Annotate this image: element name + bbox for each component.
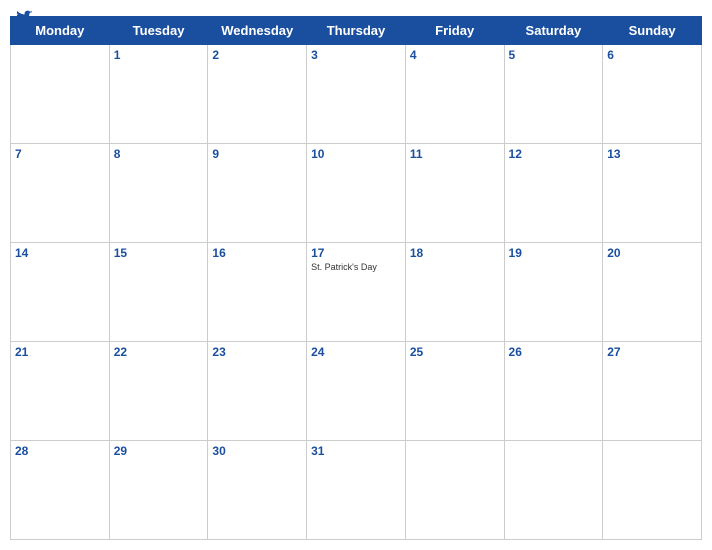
calendar-cell: 23 [208, 342, 307, 441]
calendar-cell: 16 [208, 243, 307, 342]
calendar-body: 1234567891011121314151617St. Patrick's D… [11, 45, 702, 540]
calendar-cell: 28 [11, 441, 110, 540]
day-number: 29 [114, 444, 204, 458]
logo [16, 8, 36, 26]
day-number: 12 [509, 147, 599, 161]
calendar-cell: 3 [307, 45, 406, 144]
day-number: 28 [15, 444, 105, 458]
logo-blue-text [16, 8, 36, 26]
day-number: 8 [114, 147, 204, 161]
day-number: 30 [212, 444, 302, 458]
holiday-label: St. Patrick's Day [311, 262, 401, 273]
day-number: 16 [212, 246, 302, 260]
day-number: 24 [311, 345, 401, 359]
day-number: 2 [212, 48, 302, 62]
day-number: 22 [114, 345, 204, 359]
calendar-cell: 5 [504, 45, 603, 144]
calendar-week-row: 123456 [11, 45, 702, 144]
day-number: 7 [15, 147, 105, 161]
calendar-cell [11, 45, 110, 144]
day-number: 21 [15, 345, 105, 359]
day-number: 27 [607, 345, 697, 359]
calendar-cell: 25 [405, 342, 504, 441]
day-number: 20 [607, 246, 697, 260]
day-number: 31 [311, 444, 401, 458]
calendar-cell: 17 St. Patrick's Day [307, 243, 406, 342]
day-header-thursday: Thursday [307, 17, 406, 45]
day-number: 9 [212, 147, 302, 161]
calendar-cell [603, 441, 702, 540]
logo-bird-icon [16, 8, 34, 26]
calendar-cell [405, 441, 504, 540]
calendar-cell: 18 [405, 243, 504, 342]
day-header-friday: Friday [405, 17, 504, 45]
day-number: 5 [509, 48, 599, 62]
day-number: 19 [509, 246, 599, 260]
day-number: 10 [311, 147, 401, 161]
day-number: 23 [212, 345, 302, 359]
calendar-cell: 7 [11, 144, 110, 243]
day-number: 17 [311, 246, 401, 260]
calendar-cell: 21 [11, 342, 110, 441]
calendar-header-row: MondayTuesdayWednesdayThursdayFridaySatu… [11, 17, 702, 45]
calendar-week-row: 28 29 30 31 [11, 441, 702, 540]
day-number: 13 [607, 147, 697, 161]
calendar-cell: 15 [109, 243, 208, 342]
day-number: 6 [607, 48, 697, 62]
calendar-cell: 6 [603, 45, 702, 144]
calendar-cell: 10 [307, 144, 406, 243]
day-number: 15 [114, 246, 204, 260]
calendar-cell [504, 441, 603, 540]
day-header-saturday: Saturday [504, 17, 603, 45]
day-header-tuesday: Tuesday [109, 17, 208, 45]
day-number: 11 [410, 147, 500, 161]
calendar-cell: 26 [504, 342, 603, 441]
calendar-cell: 1 [109, 45, 208, 144]
calendar-cell: 13 [603, 144, 702, 243]
calendar-cell: 19 [504, 243, 603, 342]
calendar-cell: 29 [109, 441, 208, 540]
calendar-cell: 4 [405, 45, 504, 144]
calendar-cell: 24 [307, 342, 406, 441]
calendar-cell: 20 [603, 243, 702, 342]
day-header-sunday: Sunday [603, 17, 702, 45]
calendar-cell: 2 [208, 45, 307, 144]
calendar-week-row: 789 10 11 12 13 [11, 144, 702, 243]
calendar-cell: 8 [109, 144, 208, 243]
calendar-week-row: 21 22 23 24 25 26 27 [11, 342, 702, 441]
day-number: 18 [410, 246, 500, 260]
day-header-wednesday: Wednesday [208, 17, 307, 45]
day-number: 25 [410, 345, 500, 359]
day-number: 14 [15, 246, 105, 260]
calendar-table: MondayTuesdayWednesdayThursdayFridaySatu… [10, 16, 702, 540]
calendar-cell: 9 [208, 144, 307, 243]
calendar-cell: 30 [208, 441, 307, 540]
calendar-header [0, 0, 712, 16]
calendar-cell: 22 [109, 342, 208, 441]
day-number: 3 [311, 48, 401, 62]
calendar-cell: 11 [405, 144, 504, 243]
calendar-cell: 27 [603, 342, 702, 441]
day-number: 26 [509, 345, 599, 359]
day-number: 4 [410, 48, 500, 62]
calendar-cell: 31 [307, 441, 406, 540]
calendar-cell: 14 [11, 243, 110, 342]
day-number: 1 [114, 48, 204, 62]
calendar-cell: 12 [504, 144, 603, 243]
calendar-week-row: 14 15 16 17 St. Patrick's Day 18 19 20 [11, 243, 702, 342]
calendar-wrapper: MondayTuesdayWednesdayThursdayFridaySatu… [0, 16, 712, 550]
